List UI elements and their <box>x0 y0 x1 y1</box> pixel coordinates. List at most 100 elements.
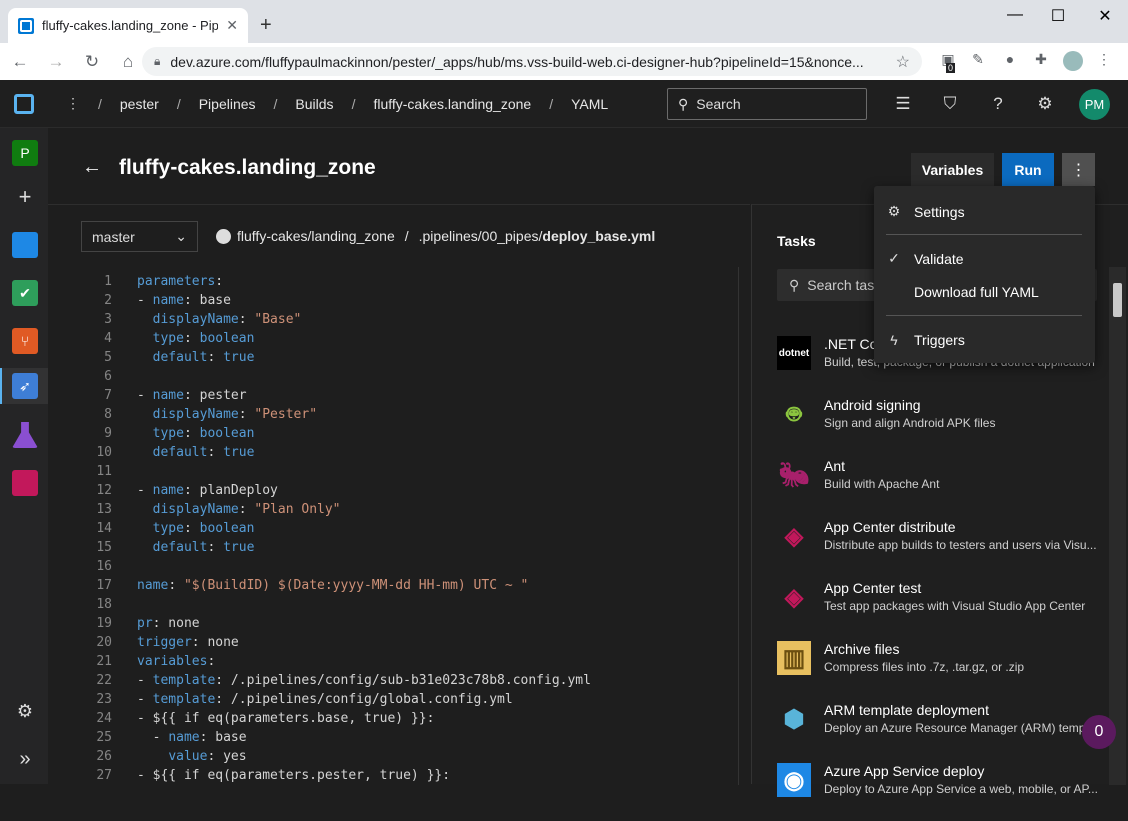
tab-title: fluffy-cakes.landing_zone - Pipeli... <box>42 18 219 33</box>
menu-item-download-yaml[interactable]: Download full YAML <box>874 275 1095 308</box>
task-item[interactable]: 🐜︎ Ant Build with Apache Ant <box>777 456 1107 516</box>
home-icon[interactable]: ⌂ <box>112 52 144 72</box>
close-tab-icon[interactable]: ✕ <box>226 17 238 34</box>
code-line: 11 <box>48 462 750 481</box>
task-item[interactable]: ▥ Archive files Compress files into .7z, .… <box>777 639 1107 699</box>
menu-item-validate[interactable]: ✓ Validate <box>874 242 1095 275</box>
menu-divider <box>886 234 1082 235</box>
notification-badge[interactable]: 0 <box>1082 715 1116 749</box>
list-icon[interactable]: ☰ <box>892 94 914 114</box>
project-icon[interactable]: P <box>12 140 38 166</box>
menu-item-triggers[interactable]: ϟ Triggers <box>874 323 1095 356</box>
pen-extension-icon[interactable]: ✎ <box>968 51 988 71</box>
path-dir[interactable]: .pipelines/00_pipes/ <box>419 228 543 244</box>
scroll-thumb[interactable] <box>1113 283 1122 317</box>
breadcrumb-pipelines[interactable]: Pipelines <box>199 96 256 112</box>
back-arrow-icon[interactable]: ← <box>4 52 36 72</box>
breadcrumb-yaml[interactable]: YAML <box>571 96 608 112</box>
branch-name: master <box>92 228 135 245</box>
browser-tab[interactable]: fluffy-cakes.landing_zone - Pipeli... ✕ <box>8 8 248 43</box>
circle-extension-icon[interactable]: ● <box>1000 51 1020 71</box>
repos-icon[interactable]: ⑂ <box>12 328 38 354</box>
code-line: 27 - ${{ if eq(parameters.pester, true) }… <box>48 766 750 785</box>
forward-arrow-icon[interactable]: → <box>40 52 72 72</box>
profile-icon[interactable] <box>1063 51 1083 71</box>
task-item[interactable]: ◉ Azure App Service deploy Deploy to Azure… <box>777 761 1107 821</box>
line-text: - name: pester <box>137 388 247 403</box>
address-bar[interactable]: 🔒︎ dev.azure.com/fluffypaulmackinnon/pes… <box>142 47 922 76</box>
page-title: fluffy-cakes.landing_zone <box>119 156 376 179</box>
code-line: 24 - ${{ if eq(parameters.base, true) }}: <box>48 709 750 728</box>
line-text: type: boolean <box>152 426 255 441</box>
pipelines-icon[interactable]: ➶ <box>12 373 38 399</box>
breadcrumb-builds[interactable]: Builds <box>295 96 333 112</box>
reload-icon[interactable]: ↻ <box>76 52 108 72</box>
tasks-scrollbar[interactable] <box>1109 267 1126 785</box>
task-name: ARM template deployment <box>824 702 989 718</box>
user-settings-icon[interactable]: ⚙ <box>1034 94 1056 114</box>
line-text: parameters: <box>137 274 224 289</box>
task-item[interactable]: 🤖︎ Android signing Sign and align Android … <box>777 395 1107 455</box>
code-line: 13 displayName: "Plan Only" <box>48 500 750 519</box>
new-tab-button[interactable]: + <box>260 14 272 37</box>
breadcrumb-project[interactable]: pester <box>120 96 159 112</box>
task-item[interactable]: ◈ App Center test Test app packages with V… <box>777 578 1107 638</box>
repo-name[interactable]: fluffy-cakes/landing_zone <box>237 228 395 244</box>
task-description: Test app packages with Visual Studio App… <box>824 599 1086 613</box>
task-item[interactable]: ◈ App Center distribute Distribute app bui… <box>777 517 1107 577</box>
shopping-bag-icon[interactable]: ⛉ <box>939 94 961 114</box>
task-description: Deploy to Azure App Service a web, mobil… <box>824 782 1098 796</box>
path-file: deploy_base.yml <box>542 228 656 244</box>
code-line: 3 displayName: "Base" <box>48 310 750 329</box>
app-center-icon: ◈ <box>784 583 804 611</box>
breadcrumb-pipeline[interactable]: fluffy-cakes.landing_zone <box>373 96 531 112</box>
line-text: default: true <box>152 540 255 555</box>
search-placeholder: Search <box>696 96 741 112</box>
minimize-button[interactable]: — <box>1000 6 1030 24</box>
browser-menu-icon[interactable]: ⋮ <box>1094 51 1114 71</box>
task-item[interactable]: ⬢ ARM template deployment Deploy an Azure … <box>777 700 1107 760</box>
test-plans-icon[interactable] <box>12 422 38 448</box>
puzzle-extension-icon[interactable]: ✚ <box>1031 51 1051 71</box>
line-number: 9 <box>104 426 112 441</box>
close-window-button[interactable]: ✕ <box>1090 6 1120 26</box>
azure-devops-logo-icon[interactable] <box>0 80 48 128</box>
line-number: 8 <box>104 407 112 422</box>
code-line: 7 - name: pester <box>48 386 750 405</box>
code-line: 9 type: boolean <box>48 424 750 443</box>
menu-item-settings[interactable]: ⚙ Settings <box>874 195 1095 228</box>
task-name: App Center test <box>824 580 922 596</box>
menu-item-label: Download full YAML <box>914 283 1039 300</box>
line-number: 23 <box>96 692 112 707</box>
overview-icon[interactable] <box>12 232 38 258</box>
url-text: dev.azure.com/fluffypaulmackinnon/pester… <box>170 53 864 70</box>
line-number: 1 <box>104 274 112 289</box>
menu-item-label: Validate <box>914 250 964 267</box>
extension-badge: 0 <box>946 63 956 73</box>
maximize-button[interactable]: ☐ <box>1043 6 1073 26</box>
variables-button[interactable]: Variables <box>911 153 994 186</box>
code-area[interactable]: 1 parameters: 2 - name: base 3 displayName: … <box>48 267 750 785</box>
code-line: 5 default: true <box>48 348 750 367</box>
boards-icon[interactable]: ✔ <box>12 280 38 306</box>
project-settings-icon[interactable]: ⚙ <box>12 698 38 724</box>
file-bar: master ⌄ fluffy-cakes/landing_zone / .pi… <box>48 205 750 265</box>
avatar[interactable]: PM <box>1079 89 1110 120</box>
chevron-down-icon: ⌄ <box>175 228 187 244</box>
branch-dropdown[interactable]: master ⌄ <box>81 221 198 252</box>
run-button[interactable]: Run <box>1002 153 1054 186</box>
search-input[interactable]: ⚲ Search <box>667 88 867 120</box>
more-icon[interactable]: ⋮ <box>66 95 80 112</box>
bookmark-star-icon[interactable]: ☆ <box>896 52 910 72</box>
expand-nav-icon[interactable]: » <box>12 746 38 772</box>
line-number: 3 <box>104 312 112 327</box>
task-description: Compress files into .7z, .tar.gz, or .zi… <box>824 660 1025 674</box>
line-number: 17 <box>96 578 112 593</box>
artifacts-icon[interactable] <box>12 470 38 496</box>
line-number: 27 <box>96 768 112 783</box>
more-actions-button[interactable]: ⋮ <box>1062 153 1095 186</box>
back-arrow-icon[interactable]: ← <box>82 156 102 179</box>
top-bar: ⋮ / pester / Pipelines / Builds / fluffy… <box>0 80 1128 128</box>
help-icon[interactable]: ? <box>987 94 1009 114</box>
add-icon[interactable]: + <box>12 184 38 210</box>
